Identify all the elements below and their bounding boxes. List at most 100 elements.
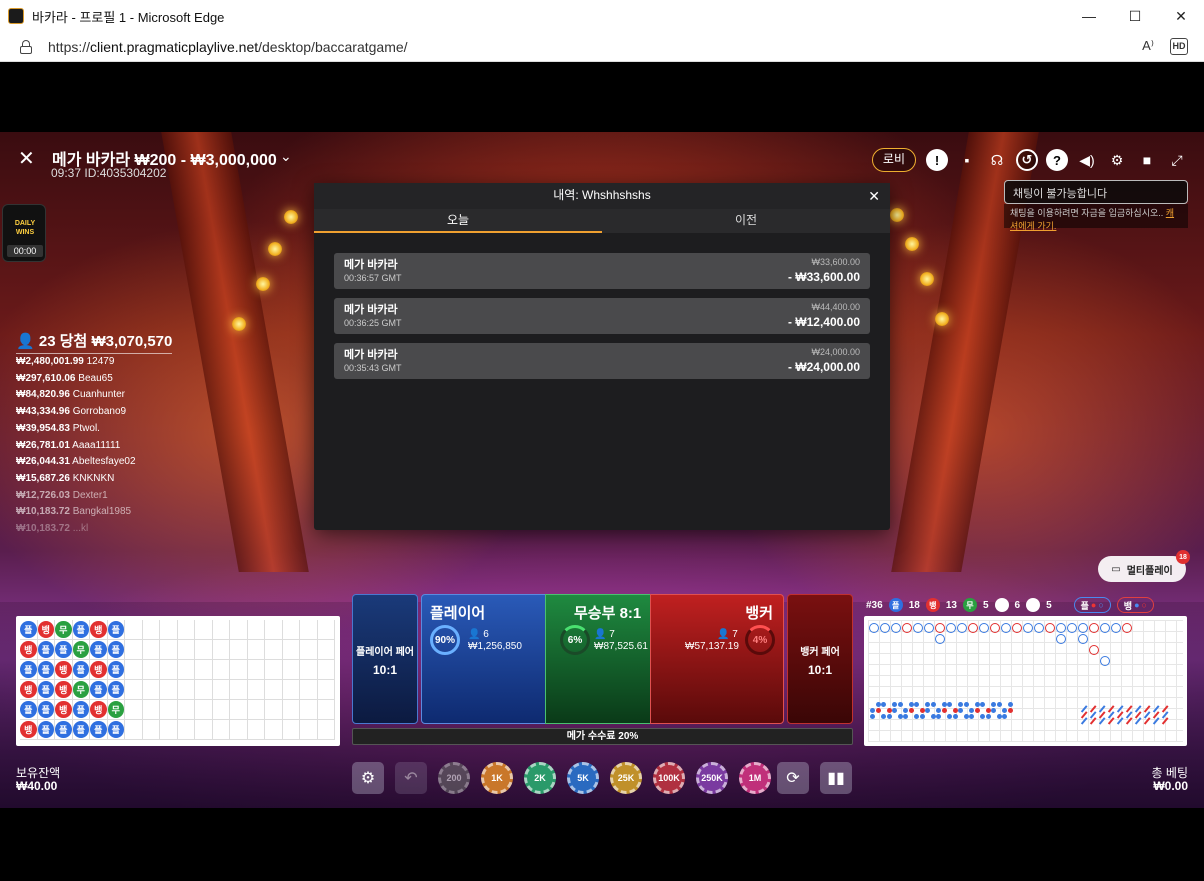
tab-previous[interactable]: 이전 — [602, 209, 890, 233]
url-text[interactable]: https://client.pragmaticplaylive.net/des… — [48, 39, 408, 55]
bead-cell: 플 — [107, 680, 125, 700]
support-icon[interactable]: ☊ — [986, 149, 1008, 171]
user-icon: 👤 — [594, 629, 610, 640]
bead-player: 플 — [107, 681, 124, 698]
history-row[interactable]: 메가 바카라 00:36:57 GMT ₩33,600.00 - ₩33,600… — [334, 253, 870, 289]
undo-button[interactable]: ↶ — [395, 762, 427, 794]
winner-name: Dexter1 — [72, 489, 108, 501]
road-dot — [958, 702, 963, 707]
bead-cell — [230, 640, 248, 660]
chevron-down-icon[interactable]: ⌄ — [280, 148, 292, 165]
chip-1m[interactable]: 1M — [739, 762, 771, 794]
banker-pair-bet[interactable]: 뱅커 페어 10:1 — [787, 594, 853, 724]
chip-100k[interactable]: 100K — [653, 762, 685, 794]
bead-player: 플 — [37, 641, 54, 658]
road-dot — [914, 714, 919, 719]
history-bet: ₩33,600.00 — [811, 257, 860, 267]
bead-road[interactable]: 플뱅무플뱅플뱅플플무플플플플뱅플뱅플뱅플뱅무플플플플뱅플뱅무뱅플플플플플 — [16, 616, 340, 746]
player-bettors: 👤 6 — [468, 629, 489, 640]
bead-cell: 플 — [72, 620, 90, 640]
banker-bet[interactable]: 뱅커 👤 7 ₩57,137.19 4% — [650, 594, 784, 724]
video-icon[interactable]: ■ — [1136, 149, 1158, 171]
settings-gear-button[interactable]: ⚙ — [352, 762, 384, 794]
help-icon[interactable]: ? — [1046, 149, 1068, 171]
address-bar[interactable]: https://client.pragmaticplaylive.net/des… — [0, 32, 1204, 62]
road-dot — [974, 708, 980, 713]
tie-bet[interactable]: 무승부 8:1 6% 👤 7 ₩87,525.61 — [545, 594, 660, 724]
road-dot — [952, 708, 958, 713]
history-time: 00:36:57 GMT — [344, 273, 402, 283]
road-ring — [1111, 623, 1121, 633]
stats-icon: ▮▮ — [827, 770, 845, 787]
tab-today[interactable]: 오늘 — [314, 209, 602, 233]
daily-wins-button[interactable]: DAILY WINS 00:00 — [2, 204, 46, 262]
studio-lamp — [256, 277, 270, 291]
player-bet[interactable]: 플레이어 90% 👤 6 ₩1,256,850 — [421, 594, 556, 724]
history-row[interactable]: 메가 바카라 00:35:43 GMT ₩24,000.00 - ₩24,000… — [334, 343, 870, 379]
hd-icon[interactable]: HD — [1170, 38, 1188, 55]
minimize-button[interactable]: — — [1066, 0, 1112, 32]
road-dot — [892, 702, 897, 707]
volume-icon[interactable]: ◀) — [1076, 149, 1098, 171]
bead-cell: 플 — [72, 720, 90, 740]
read-aloud-icon[interactable]: A⁾ — [1142, 38, 1154, 54]
history-row[interactable]: 메가 바카라 00:36:25 GMT ₩44,400.00 - ₩12,400… — [334, 298, 870, 334]
road-dot — [947, 702, 952, 707]
bead-cell — [317, 720, 335, 740]
bead-cell: 플 — [107, 660, 125, 680]
player-pair-bet[interactable]: 플레이어 페어 10:1 — [352, 594, 418, 724]
modal-close-icon[interactable]: ✕ — [868, 188, 880, 205]
chip-200[interactable]: 200 — [438, 762, 470, 794]
maximize-button[interactable]: ☐ — [1112, 0, 1158, 32]
road-ring — [891, 623, 901, 633]
bead-banker: 뱅 — [90, 621, 107, 638]
daily-wins-logo: DAILY WINS — [14, 220, 36, 236]
big-road[interactable] — [864, 616, 1187, 746]
stats-button[interactable]: ▮▮ — [820, 762, 852, 794]
road-dot — [952, 714, 958, 719]
fullscreen-icon[interactable]: ⤢ — [1166, 149, 1188, 171]
bead-cell: 무 — [55, 620, 73, 640]
bead-cell — [125, 720, 143, 740]
player-total: ₩1,256,850 — [468, 641, 522, 652]
winner-name: Abeltesfaye02 — [72, 456, 136, 468]
bead-cell — [247, 640, 265, 660]
lobby-button[interactable]: 로비 — [871, 148, 916, 172]
close-game-button[interactable]: ✕ — [18, 149, 35, 169]
multiplay-button[interactable]: ▭ 멀티플레이 18 — [1098, 550, 1190, 582]
bead-cell — [300, 720, 318, 740]
lightbulb-icon[interactable]: ! — [926, 149, 948, 171]
bead-cell: 플 — [20, 620, 38, 640]
chat-icon[interactable]: ▪ — [956, 149, 978, 171]
lock-icon[interactable] — [20, 39, 32, 54]
gear-icon[interactable]: ⚙ — [1106, 149, 1128, 171]
chip-1k[interactable]: 1K — [481, 762, 513, 794]
winner-amount: ₩10,183.72 — [16, 506, 70, 518]
chip-25k[interactable]: 25K — [610, 762, 642, 794]
bead-cell — [125, 620, 143, 640]
ask-banker-button[interactable]: 뱅 ● ○ — [1116, 597, 1154, 613]
history-result: - ₩12,400.00 — [787, 315, 860, 329]
bead-player: 플 — [55, 721, 72, 738]
banker-pair-count: 5 — [1046, 599, 1052, 611]
chip-2k[interactable]: 2K — [524, 762, 556, 794]
studio-lamp — [935, 312, 949, 326]
chip-5k[interactable]: 5K — [567, 762, 599, 794]
bead-cell — [142, 720, 160, 740]
road-dot — [980, 714, 985, 719]
close-window-button[interactable]: ✕ — [1158, 0, 1204, 32]
bead-cell — [195, 700, 213, 720]
repeat-button[interactable]: ⟳ — [777, 762, 809, 794]
chip-250k[interactable]: 250K — [696, 762, 728, 794]
bead-cell — [125, 660, 143, 680]
bead-cell — [317, 680, 335, 700]
balance-value: ₩40.00 — [16, 779, 58, 793]
bead-cell: 플 — [37, 700, 55, 720]
road-dot — [947, 714, 952, 719]
history-icon[interactable]: ↺ — [1016, 149, 1038, 171]
bead-cell: 플 — [72, 700, 90, 720]
ask-player-button[interactable]: 플 ● ○ — [1073, 597, 1111, 613]
road-ring — [1100, 623, 1110, 633]
history-result: - ₩24,000.00 — [787, 360, 860, 374]
commission-banner: 메가 수수료 20% — [352, 728, 853, 745]
